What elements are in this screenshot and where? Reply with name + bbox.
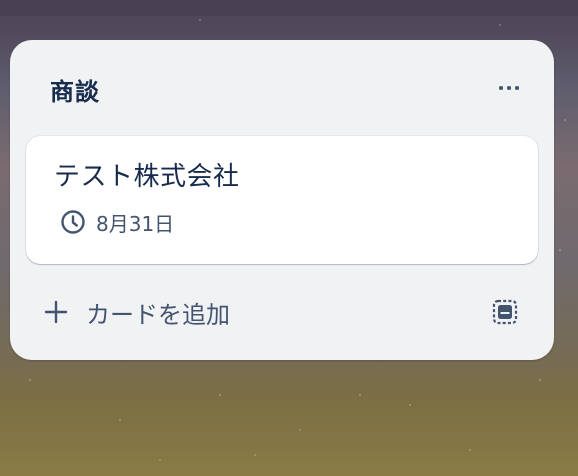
- due-date-text: 8月31日: [96, 211, 175, 236]
- due-date-badge[interactable]: 8月31日: [60, 208, 174, 236]
- list-title[interactable]: 商談: [50, 72, 100, 107]
- more-dot: [515, 86, 519, 90]
- card[interactable]: テスト株式会社 8月31日: [26, 136, 538, 264]
- list-menu-button[interactable]: [492, 78, 526, 98]
- more-dot: [507, 86, 511, 90]
- more-horizontal-icon: [499, 86, 503, 90]
- list-header[interactable]: 商談: [50, 72, 100, 107]
- clock-icon: [60, 209, 86, 235]
- card-title: テスト株式会社: [54, 162, 240, 192]
- add-card-button[interactable]: カードを追加: [44, 295, 230, 329]
- card-template-icon: [492, 299, 518, 325]
- board-top-bar: [0, 0, 578, 16]
- list-column: 商談 テスト株式会社 8月31日 カードを追加: [10, 40, 554, 360]
- add-card-label: カードを追加: [86, 300, 230, 329]
- create-from-template-button[interactable]: [490, 297, 520, 327]
- plus-icon: [44, 300, 68, 324]
